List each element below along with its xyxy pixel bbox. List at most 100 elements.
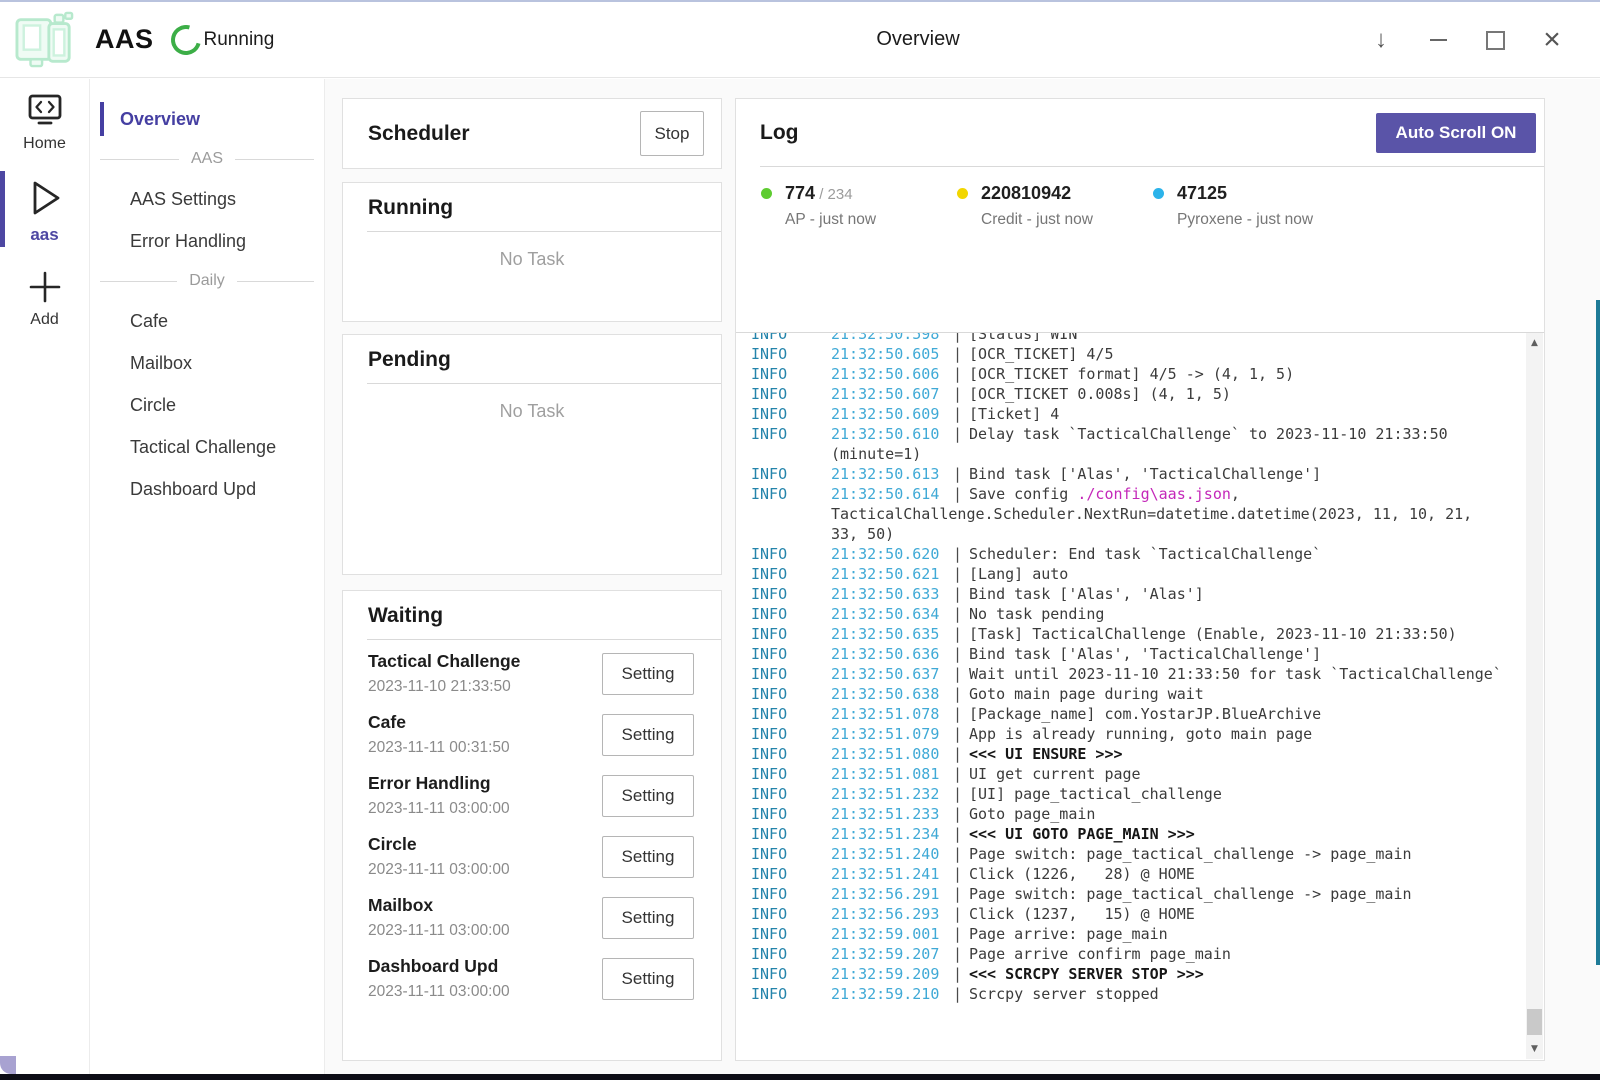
task-setting-button[interactable]: Setting bbox=[602, 836, 694, 878]
log-row: INFO21:32:50.635|[Task] TacticalChalleng… bbox=[751, 624, 1522, 644]
log-time: 21:32:51.080 bbox=[831, 744, 953, 764]
log-level: INFO bbox=[751, 424, 831, 444]
log-separator: | bbox=[953, 684, 969, 704]
nav-item-overview[interactable]: Overview bbox=[90, 98, 324, 140]
resource-stat: 47125Pyroxene - just now bbox=[1153, 183, 1349, 229]
rail-item-home[interactable]: Home bbox=[0, 79, 89, 163]
running-panel: Running No Task bbox=[342, 182, 722, 322]
log-message: <<< SCRCPY SERVER STOP >>> bbox=[969, 964, 1522, 984]
minimize-button[interactable] bbox=[1426, 28, 1450, 52]
scrollbar-up-icon[interactable]: ▲ bbox=[1526, 338, 1543, 348]
log-time: 21:32:56.293 bbox=[831, 904, 953, 924]
auto-scroll-toggle[interactable]: Auto Scroll ON bbox=[1376, 113, 1536, 153]
log-separator: | bbox=[953, 964, 969, 984]
stop-button[interactable]: Stop bbox=[640, 111, 704, 156]
task-setting-button[interactable]: Setting bbox=[602, 958, 694, 1000]
divider-line bbox=[237, 281, 314, 282]
nav-item-aas-settings[interactable]: AAS Settings bbox=[90, 178, 324, 220]
task-nav: OverviewAASAAS SettingsError HandlingDai… bbox=[90, 79, 325, 1074]
log-row: INFO21:32:59.001|Page arrive: page_main bbox=[751, 924, 1522, 944]
log-level: INFO bbox=[751, 484, 831, 504]
stat-value: 47125 bbox=[1177, 183, 1313, 204]
log-message: Goto page_main bbox=[969, 804, 1522, 824]
log-scrollbar[interactable]: ▲ ▼ bbox=[1526, 333, 1543, 1059]
rail-item-label: Add bbox=[30, 311, 58, 329]
stat-value-suffix: / 234 bbox=[815, 186, 853, 203]
log-time: 21:32:50.606 bbox=[831, 364, 953, 384]
nav-item-tactical-challenge[interactable]: Tactical Challenge bbox=[90, 426, 324, 468]
log-row: INFO21:32:50.621|[Lang] auto bbox=[751, 564, 1522, 584]
scrollbar-thumb[interactable] bbox=[1527, 1009, 1542, 1035]
nav-item-cafe[interactable]: Cafe bbox=[90, 300, 324, 342]
log-level: INFO bbox=[751, 724, 831, 744]
log-level: INFO bbox=[751, 644, 831, 664]
nav-item-circle[interactable]: Circle bbox=[90, 384, 324, 426]
close-button[interactable]: × bbox=[1540, 28, 1564, 52]
log-time: 21:32:50.638 bbox=[831, 684, 953, 704]
log-title: Log bbox=[760, 121, 1376, 145]
log-separator: | bbox=[953, 744, 969, 764]
waiting-task-row: Circle2023-11-11 03:00:00Setting bbox=[343, 826, 721, 887]
waiting-task-next-run: 2023-11-11 00:31:50 bbox=[368, 739, 602, 757]
waiting-panel: Waiting Tactical Challenge2023-11-10 21:… bbox=[342, 590, 722, 1061]
log-header: Log Auto Scroll ON bbox=[736, 99, 1544, 166]
log-level: INFO bbox=[751, 684, 831, 704]
nav-item-dashboard-upd[interactable]: Dashboard Upd bbox=[90, 468, 324, 510]
waiting-task-row: Mailbox2023-11-11 03:00:00Setting bbox=[343, 887, 721, 948]
waiting-task-row: Error Handling2023-11-11 03:00:00Setting bbox=[343, 765, 721, 826]
log-level: INFO bbox=[751, 784, 831, 804]
log-separator: | bbox=[953, 984, 969, 1004]
running-title: Running bbox=[343, 183, 721, 231]
log-row: INFO21:32:56.293|Click (1237, 15) @ HOME bbox=[751, 904, 1522, 924]
task-setting-button[interactable]: Setting bbox=[602, 775, 694, 817]
log-row: INFO21:32:50.606|[OCR_TICKET format] 4/5… bbox=[751, 364, 1522, 384]
log-separator: | bbox=[953, 644, 969, 664]
log-row: INFO21:32:59.210|Scrcpy server stopped bbox=[751, 984, 1522, 1004]
nav-section-divider: AAS bbox=[90, 140, 324, 178]
maximize-button[interactable] bbox=[1483, 28, 1507, 52]
log-message: [UI] page_tactical_challenge bbox=[969, 784, 1522, 804]
log-row: INFO21:32:59.207|Page arrive confirm pag… bbox=[751, 944, 1522, 964]
stat-body: 220810942Credit - just now bbox=[981, 183, 1093, 229]
nav-item-error-handling[interactable]: Error Handling bbox=[90, 220, 324, 262]
log-separator: | bbox=[953, 404, 969, 424]
log-row: INFO21:32:50.620|Scheduler: End task `Ta… bbox=[751, 544, 1522, 564]
log-level: INFO bbox=[751, 764, 831, 784]
log-level: INFO bbox=[751, 964, 831, 984]
stat-dot-icon bbox=[1153, 188, 1164, 199]
log-separator: | bbox=[953, 584, 969, 604]
task-setting-button[interactable]: Setting bbox=[602, 653, 694, 695]
log-message: Scrcpy server stopped bbox=[969, 984, 1522, 1004]
log-console: INFO21:32:50.598|[Status] WININFO21:32:5… bbox=[736, 332, 1544, 1060]
log-level: INFO bbox=[751, 844, 831, 864]
log-level: INFO bbox=[751, 744, 831, 764]
log-message: [Status] WIN bbox=[969, 332, 1522, 344]
log-message: Click (1237, 15) @ HOME bbox=[969, 904, 1522, 924]
rail-item-label: Home bbox=[23, 135, 66, 153]
scrollbar-down-icon[interactable]: ▼ bbox=[1526, 1044, 1543, 1054]
log-level: INFO bbox=[751, 564, 831, 584]
log-separator: | bbox=[953, 944, 969, 964]
log-time: 21:32:59.207 bbox=[831, 944, 953, 964]
download-arrow-button[interactable]: ↓ bbox=[1369, 28, 1393, 52]
stat-value: 774 / 234 bbox=[785, 183, 876, 204]
log-message: Page switch: page_tactical_challenge -> … bbox=[969, 844, 1522, 864]
task-setting-button[interactable]: Setting bbox=[602, 897, 694, 939]
rail-item-label: aas bbox=[30, 225, 58, 245]
log-time: 21:32:51.234 bbox=[831, 824, 953, 844]
rail-item-add[interactable]: Add bbox=[0, 255, 89, 339]
task-setting-button[interactable]: Setting bbox=[602, 714, 694, 756]
log-row: INFO21:32:50.607|[OCR_TICKET 0.008s] (4,… bbox=[751, 384, 1522, 404]
log-row: INFO21:32:51.233|Goto page_main bbox=[751, 804, 1522, 824]
log-level: INFO bbox=[751, 332, 831, 344]
log-time: 21:32:50.609 bbox=[831, 404, 953, 424]
nav-item-mailbox[interactable]: Mailbox bbox=[90, 342, 324, 384]
log-panel: Log Auto Scroll ON 774 / 234 AP - just no… bbox=[735, 98, 1545, 1061]
rail-item-aas[interactable]: aas bbox=[0, 163, 89, 255]
window-top-edge bbox=[0, 0, 1600, 2]
log-separator: | bbox=[953, 424, 969, 444]
stat-label: AP - just now bbox=[785, 211, 876, 229]
page-title: Overview bbox=[876, 28, 959, 51]
log-separator: | bbox=[953, 332, 969, 344]
log-time: 21:32:50.635 bbox=[831, 624, 953, 644]
